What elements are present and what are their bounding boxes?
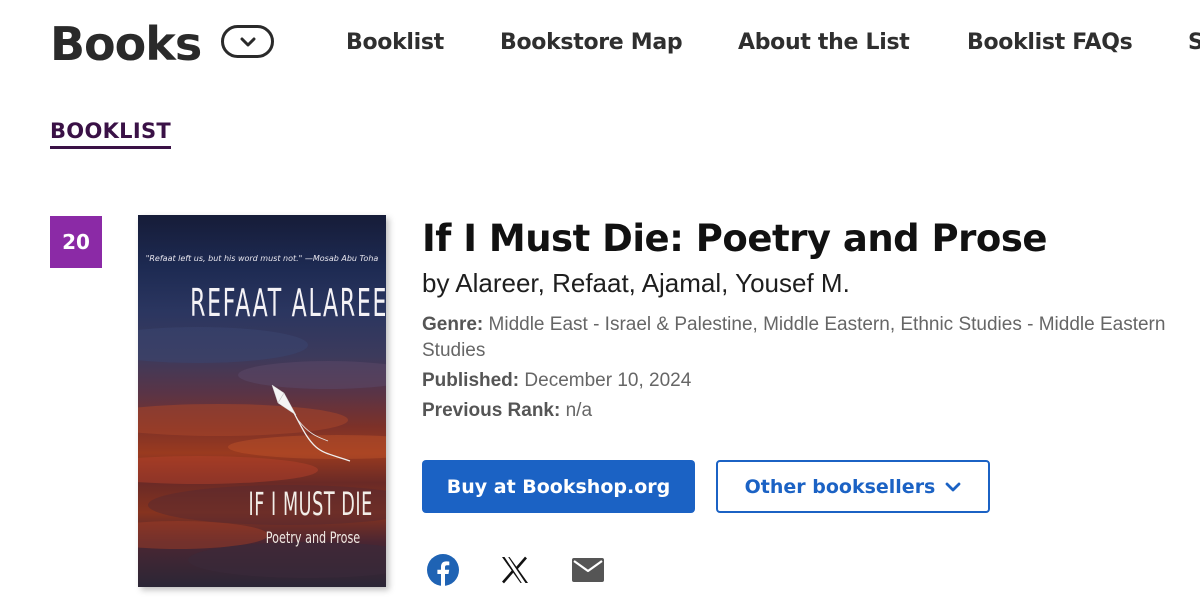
chevron-down-icon: [945, 482, 961, 491]
published-value: December 10, 2024: [524, 370, 692, 391]
nav-bookstore-map[interactable]: Bookstore Map: [500, 28, 683, 58]
previous-rank-label: Previous Rank:: [422, 400, 561, 421]
previous-rank-info: Previous Rank: n/a: [422, 398, 592, 424]
share-facebook-button[interactable]: [425, 552, 461, 588]
genre-value: Middle East - Israel & Palestine, Middle…: [422, 314, 1166, 361]
nav-next-item[interactable]: S: [1188, 28, 1200, 58]
genre-label: Genre:: [422, 314, 484, 335]
book-cover[interactable]: "Refaat left us, but his word must not."…: [138, 215, 386, 587]
previous-rank-value: n/a: [565, 400, 593, 421]
nav-booklist-faqs[interactable]: Booklist FAQs: [967, 28, 1133, 58]
share-x-button[interactable]: [497, 552, 533, 588]
cover-quote: "Refaat left us, but his word must not."…: [145, 254, 379, 263]
x-icon: [502, 556, 528, 584]
book-authors: by Alareer, Refaat, Ajamal, Yousef M.: [422, 268, 850, 298]
breadcrumb-booklist[interactable]: BOOKLIST: [50, 118, 172, 149]
chevron-down-icon: [240, 37, 255, 46]
book-title[interactable]: If I Must Die: Poetry and Prose: [422, 215, 1047, 263]
nav-about-the-list[interactable]: About the List: [738, 28, 910, 58]
published-info: Published: December 10, 2024: [422, 368, 691, 394]
cover-subtitle: Poetry and Prose: [265, 528, 361, 547]
email-icon: [572, 558, 604, 582]
cover-author: REFAAT ALAREER: [190, 281, 386, 325]
genre-info: Genre: Middle East - Israel & Palestine,…: [422, 312, 1192, 364]
cover-title: IF I MUST DIE: [248, 485, 373, 523]
other-booksellers-button[interactable]: Other booksellers: [716, 460, 990, 513]
nav-booklist[interactable]: Booklist: [346, 28, 444, 58]
published-label: Published:: [422, 370, 520, 391]
facebook-icon: [427, 554, 459, 586]
share-email-button[interactable]: [570, 552, 606, 588]
page: Books Booklist Bookstore Map About the L…: [0, 0, 1200, 600]
rank-badge: 20: [50, 216, 102, 268]
buy-bookshop-label: Buy at Bookshop.org: [446, 475, 671, 498]
sections-menu-toggle[interactable]: [221, 25, 274, 58]
site-logo[interactable]: Books: [50, 14, 202, 74]
other-booksellers-label: Other booksellers: [744, 475, 936, 498]
buy-bookshop-button[interactable]: Buy at Bookshop.org: [422, 460, 695, 513]
